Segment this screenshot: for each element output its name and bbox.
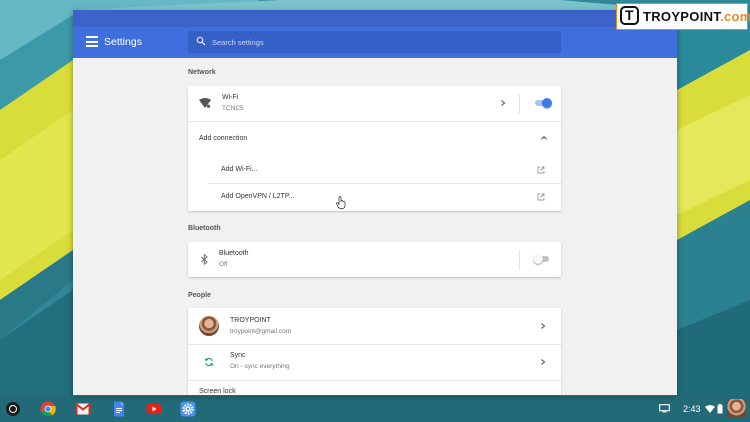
add-wifi-row[interactable]: Add Wi-Fi...: [188, 156, 561, 183]
system-clock[interactable]: 2:43: [683, 404, 701, 414]
youtube-icon[interactable]: [146, 401, 162, 417]
bluetooth-card: Bluetooth Off: [188, 242, 561, 277]
bluetooth-toggle[interactable]: [533, 254, 549, 264]
logo-text-suffix: .com: [720, 9, 750, 24]
chevron-right-icon: [541, 359, 546, 365]
window-caption: [73, 10, 677, 27]
wifi-row[interactable]: Wi-Fi TCNC5: [188, 86, 561, 121]
sync-icon: [204, 357, 214, 367]
screen-lock-label: Screen lock: [199, 388, 236, 395]
sync-row[interactable]: Sync On - sync everything: [188, 345, 561, 380]
screen-lock-row[interactable]: Screen lock: [188, 381, 561, 395]
bluetooth-label: Bluetooth: [219, 250, 249, 257]
docs-icon[interactable]: [111, 401, 127, 417]
bluetooth-status: Off: [219, 261, 228, 268]
avatar: [199, 316, 219, 336]
network-card: Wi-Fi TCNC5 Add connection Add Wi-Fi...: [188, 86, 561, 211]
bluetooth-row[interactable]: Bluetooth Off: [188, 242, 561, 277]
add-vpn-row[interactable]: Add OpenVPN / L2TP...: [188, 184, 561, 211]
search-box[interactable]: [188, 31, 561, 53]
display-icon[interactable]: [659, 404, 670, 413]
wifi-icon[interactable]: [705, 405, 715, 413]
add-connection-label: Add connection: [199, 135, 248, 142]
launcher-icon[interactable]: [6, 402, 20, 416]
avatar[interactable]: [727, 399, 746, 418]
chevron-right-icon: [541, 323, 546, 329]
troypoint-logo: TROYPOINT.com: [616, 3, 750, 30]
settings-icon[interactable]: [180, 401, 196, 417]
account-row[interactable]: TROYPOINT troypoint@gmail.com: [188, 308, 561, 344]
wifi-label: Wi-Fi: [222, 94, 239, 101]
open-external-icon[interactable]: [537, 193, 545, 201]
chrome-icon[interactable]: [40, 401, 56, 417]
sync-label: Sync: [230, 352, 246, 359]
row-separator: [519, 250, 520, 270]
section-title-people: People: [188, 292, 211, 299]
add-wifi-label: Add Wi-Fi...: [221, 166, 258, 173]
search-input[interactable]: [212, 34, 542, 50]
gmail-icon[interactable]: [75, 401, 91, 417]
search-icon: [196, 36, 206, 46]
app-bar: Settings: [73, 27, 677, 58]
battery-icon[interactable]: [717, 404, 723, 414]
page-title: Settings: [104, 36, 142, 48]
chevron-right-icon: [501, 100, 506, 106]
logo-text-main: TROYPOINT: [643, 9, 721, 24]
wifi-signal-icon: [199, 98, 211, 108]
add-connection-row[interactable]: Add connection: [188, 122, 561, 155]
section-title-bluetooth: Bluetooth: [188, 225, 221, 232]
account-email: troypoint@gmail.com: [230, 328, 292, 335]
logo-text: TROYPOINT.com: [643, 9, 750, 24]
menu-icon[interactable]: [86, 36, 98, 47]
row-separator: [519, 94, 520, 114]
settings-window: Settings Network Wi-Fi TCNC5: [73, 10, 677, 395]
wifi-network-name: TCNC5: [222, 105, 244, 112]
chevron-up-icon[interactable]: [541, 135, 547, 141]
bluetooth-icon: [201, 254, 208, 265]
logo-mark-icon: [620, 6, 639, 25]
people-card: TROYPOINT troypoint@gmail.com Sync On - …: [188, 308, 561, 395]
account-name: TROYPOINT: [230, 317, 271, 324]
add-vpn-label: Add OpenVPN / L2TP...: [221, 193, 295, 200]
hand-cursor-icon: [336, 196, 346, 209]
section-title-network: Network: [188, 69, 216, 76]
shelf: 2:43: [0, 396, 750, 422]
open-external-icon[interactable]: [537, 166, 545, 174]
wifi-toggle[interactable]: [535, 98, 552, 108]
sync-status: On - sync everything: [230, 363, 290, 370]
